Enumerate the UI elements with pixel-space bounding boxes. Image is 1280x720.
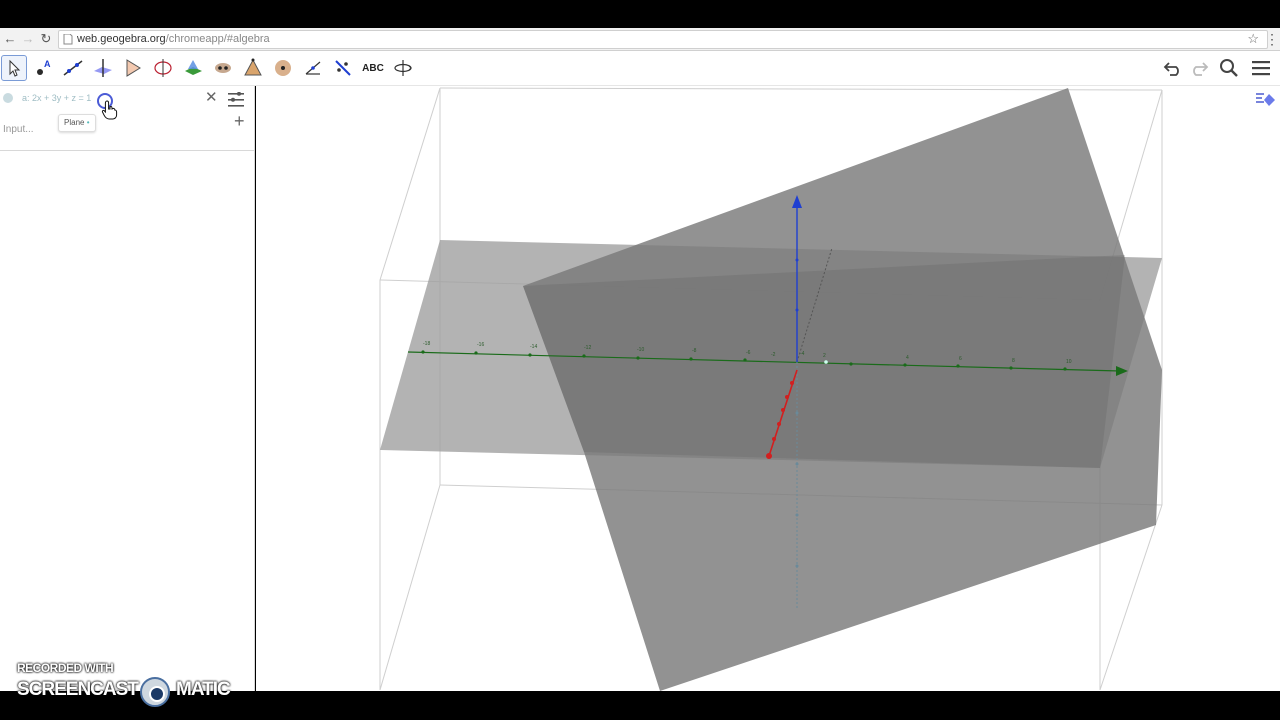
graphics-stylebar-icon[interactable] <box>1254 92 1276 108</box>
sphere-tool-icon[interactable] <box>270 55 296 81</box>
watermark-matic: MATIC <box>176 679 231 700</box>
forward-icon[interactable]: → <box>20 31 36 47</box>
url-text: web.geogebra.org/chromeapp/#algebra <box>77 31 270 48</box>
pyramid-tool-icon[interactable] <box>210 55 236 81</box>
algebra-options-icon[interactable] <box>228 92 246 108</box>
graphics-3d-view[interactable]: -18 -16 -14 -12 -10 -8 -6 -4 -2 2 4 6 8 … <box>256 86 1280 691</box>
screencast-logo-icon <box>140 677 170 707</box>
polygon-tool-icon[interactable] <box>120 55 146 81</box>
reload-icon[interactable]: ↻ <box>38 31 54 47</box>
watermark-screencast: SCREENCAST <box>17 679 139 700</box>
reflect-tool-icon[interactable] <box>330 55 356 81</box>
origin-marker <box>824 360 828 364</box>
browser-menu-icon[interactable]: ⋮ <box>1264 31 1280 47</box>
suggestion-tooltip[interactable]: Plane • <box>58 114 96 132</box>
back-icon[interactable]: ← <box>2 31 18 47</box>
app-window: ← → ↻ web.geogebra.org/chromeapp/#algebr… <box>0 0 1280 720</box>
url-host: web.geogebra.org <box>77 33 166 45</box>
graphics-canvas[interactable] <box>256 86 1280 691</box>
prism-tool-icon[interactable] <box>240 55 266 81</box>
tool-bar: A ABC <box>0 51 1280 86</box>
visibility-toggle-icon[interactable] <box>3 93 13 103</box>
main-menu-icon[interactable] <box>1250 58 1272 78</box>
input-bar[interactable]: Input... <box>3 124 34 135</box>
add-icon[interactable]: + <box>234 111 245 132</box>
algebra-object-text[interactable]: a: 2x + 3y + z = 1 <box>22 93 91 103</box>
point-tool-icon[interactable]: A <box>30 55 56 81</box>
line-tool-icon[interactable] <box>60 55 86 81</box>
circle-tool-icon[interactable] <box>150 55 176 81</box>
address-bar[interactable]: web.geogebra.org/chromeapp/#algebra ☆ <box>58 30 1268 49</box>
plane-tool-icon[interactable] <box>180 55 206 81</box>
tooltip-dot-icon: • <box>84 118 90 127</box>
rotate-view-tool-icon[interactable] <box>390 55 416 81</box>
algebra-object-row[interactable]: a: 2x + 3y + z = 1 ✕ <box>0 86 254 120</box>
search-icon[interactable] <box>1218 58 1240 78</box>
redo-icon[interactable] <box>1188 58 1210 78</box>
undo-icon[interactable] <box>1162 58 1184 78</box>
close-icon[interactable]: ✕ <box>205 88 218 106</box>
browser-bar: ← → ↻ web.geogebra.org/chromeapp/#algebr… <box>0 28 1280 51</box>
svg-text:A: A <box>44 59 51 69</box>
algebra-input-row: Input... Plane • + <box>0 110 254 151</box>
page-icon <box>63 34 73 45</box>
move-tool-icon[interactable] <box>1 55 27 81</box>
star-icon[interactable]: ☆ <box>1247 30 1259 47</box>
algebra-view: a: 2x + 3y + z = 1 ✕ Input... Plane • + <box>0 86 255 691</box>
plane-overlap <box>523 255 1125 468</box>
tooltip-label: Plane <box>64 118 85 127</box>
watermark-recorded-with: RECORDED WITH <box>17 661 114 675</box>
perpendicular-tool-icon[interactable] <box>90 55 116 81</box>
angle-tool-icon[interactable] <box>300 55 326 81</box>
url-path: /chromeapp/#algebra <box>165 33 270 45</box>
text-tool-icon[interactable]: ABC <box>360 55 386 81</box>
